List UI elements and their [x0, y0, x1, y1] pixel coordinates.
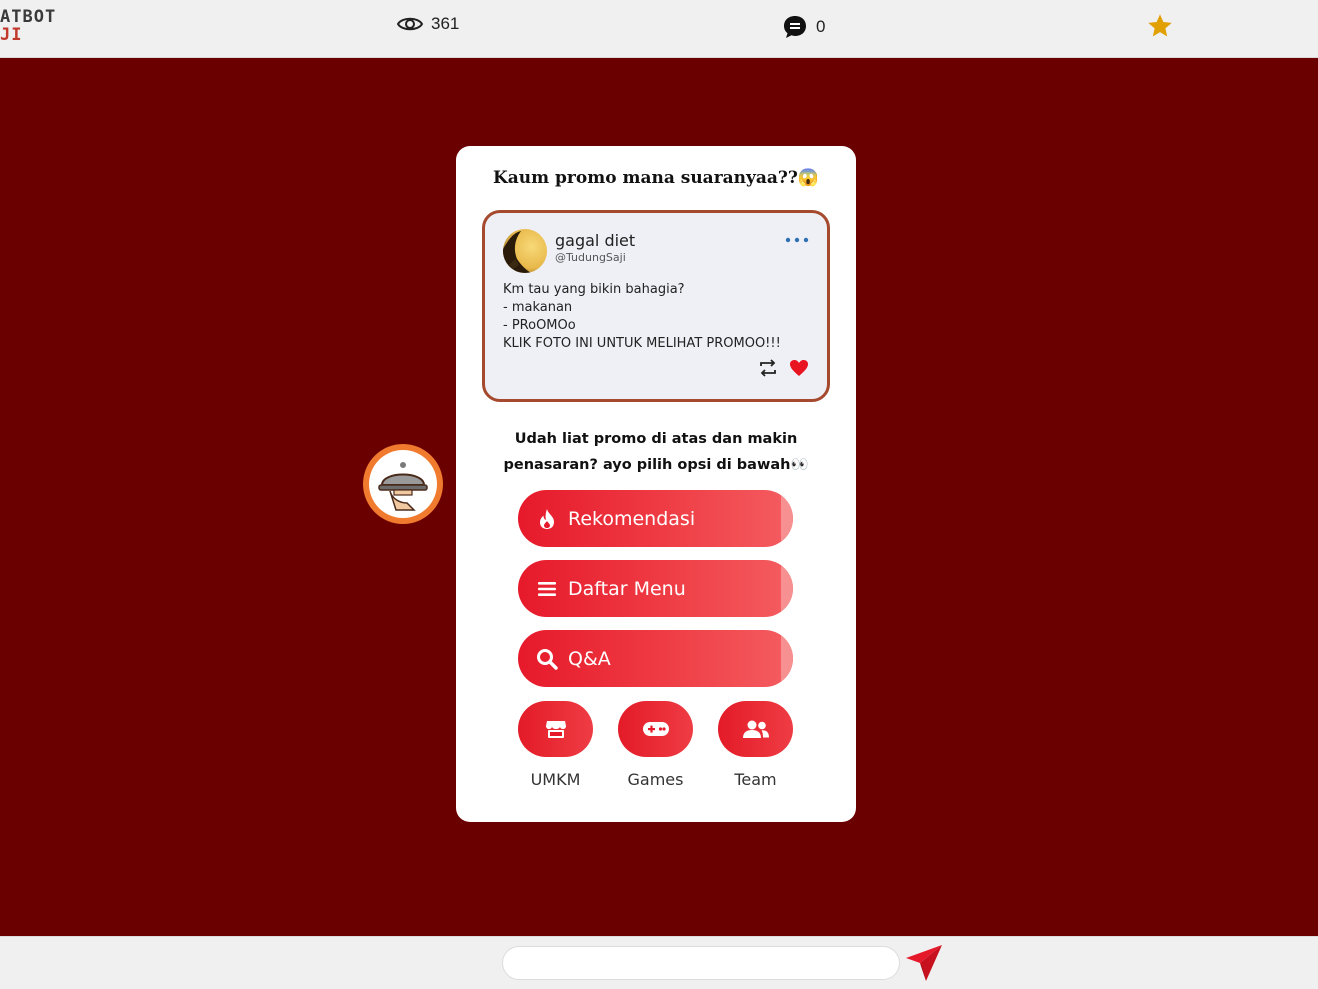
tweet-author-handle: @TudungSaji — [555, 251, 626, 264]
promo-tweet[interactable]: gagal diet @TudungSaji Km tau yang bikin… — [482, 210, 830, 402]
qa-button[interactable]: Q&A — [518, 630, 793, 687]
comment-icon — [784, 16, 806, 38]
tweet-line: - PRoOMOo — [503, 318, 576, 333]
team-label: Team — [734, 770, 777, 789]
comments-count: 0 — [816, 17, 826, 36]
menu-list-button[interactable]: Daftar Menu — [518, 560, 793, 617]
chatbot-avatar[interactable] — [363, 444, 443, 524]
tweet-avatar — [503, 229, 547, 273]
favorite-button[interactable] — [1146, 12, 1174, 45]
tweet-actions — [757, 359, 809, 377]
tweet-line: - makanan — [503, 300, 573, 315]
button-label: Rekomendasi — [568, 507, 696, 530]
menu-icon — [536, 578, 558, 600]
views-counter: 361 — [397, 14, 459, 34]
food-cloche-icon — [378, 462, 428, 511]
button-label: Daftar Menu — [568, 577, 686, 600]
tweet-line: KLIK FOTO INI UNTUK MELIHAT PROMOO!!! — [503, 336, 781, 351]
umkm-label: UMKM — [530, 770, 581, 789]
search-icon — [536, 648, 558, 670]
users-icon — [742, 720, 769, 738]
card-title: Kaum promo mana suaranyaa??😱 — [492, 168, 820, 188]
send-button[interactable] — [904, 943, 944, 988]
logo-line-1: ATBOT — [0, 7, 57, 27]
comments-counter[interactable]: 0 — [782, 14, 825, 40]
umkm-button[interactable] — [518, 701, 593, 757]
heart-icon[interactable] — [789, 359, 809, 377]
chat-input[interactable] — [502, 946, 900, 980]
tweet-author-name: gagal diet — [555, 231, 636, 250]
logo-line-2: JI — [0, 25, 23, 45]
eye-icon — [397, 17, 423, 31]
team-button[interactable] — [718, 701, 793, 757]
star-icon — [1148, 14, 1172, 37]
recommendation-button[interactable]: Rekomendasi — [518, 490, 793, 547]
avatar-inner — [369, 450, 437, 518]
promo-card: Kaum promo mana suaranyaa??😱 gagal diet … — [456, 146, 856, 822]
games-button[interactable] — [618, 701, 693, 757]
top-bar: ATBOT JI 361 0 — [0, 0, 1318, 58]
retweet-icon[interactable] — [757, 359, 779, 377]
fire-icon — [536, 508, 558, 530]
tweet-line: Km tau yang bikin bahagia? — [503, 282, 685, 297]
options-prompt: Udah liat promo di atas dan makin penasa… — [503, 431, 809, 473]
send-icon — [906, 945, 942, 981]
games-label: Games — [627, 770, 684, 789]
more-options-icon[interactable] — [785, 231, 809, 249]
views-count: 361 — [431, 14, 460, 33]
store-icon — [545, 721, 566, 738]
button-label: Q&A — [568, 647, 611, 670]
chat-bar — [0, 936, 1318, 989]
app-logo[interactable]: ATBOT JI — [0, 8, 56, 44]
gamepad-icon — [642, 722, 669, 736]
tweet-body: Km tau yang bikin bahagia? - makanan - P… — [503, 281, 823, 353]
